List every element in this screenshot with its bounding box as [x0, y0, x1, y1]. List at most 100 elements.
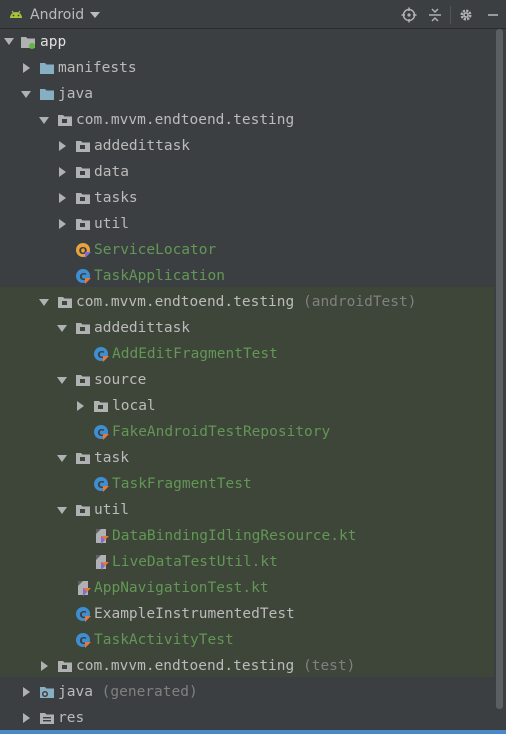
android-icon	[10, 10, 22, 18]
expand-arrow-icon[interactable]	[23, 713, 30, 723]
tree-row-data-binding-idling[interactable]: DataBindingIdlingResource.kt	[0, 523, 494, 549]
project-toolbar: Android	[0, 0, 506, 29]
expand-arrow-icon[interactable]	[57, 507, 67, 514]
package-icon	[76, 219, 90, 230]
tree-row-fake-repository[interactable]: C FakeAndroidTestRepository	[0, 419, 494, 445]
tree-row-task-application[interactable]: C TaskApplication	[0, 263, 494, 289]
tree-row-res[interactable]: res	[0, 705, 494, 730]
package-icon	[76, 453, 90, 464]
tree-label-data-binding-idling: DataBindingIdlingResource.kt	[112, 528, 357, 544]
tree-row-test-task[interactable]: task	[0, 445, 494, 471]
toolbar-divider	[450, 6, 451, 24]
tree-row-test-local[interactable]: local	[0, 393, 494, 419]
tree-row-task-activity-test[interactable]: C TaskActivityTest	[0, 627, 494, 653]
tree-row-test-util[interactable]: util	[0, 497, 494, 523]
tree-label-fake-repository: FakeAndroidTestRepository	[112, 424, 331, 440]
tree-label-app-navigation-test: AppNavigationTest.kt	[94, 580, 269, 596]
kotlin-class-icon: C	[94, 347, 109, 362]
tree-row-test-addedittask[interactable]: addedittask	[0, 315, 494, 341]
expand-arrow-icon[interactable]	[77, 401, 84, 411]
package-icon	[94, 401, 108, 412]
generated-suffix: (generated)	[101, 684, 198, 700]
tree-label-test-util: util	[94, 502, 129, 518]
tree-row-package-android-test[interactable]: com.mvvm.endtoend.testing (androidTest)	[0, 289, 494, 315]
tree-label-java: java	[58, 86, 93, 102]
expand-arrow-icon[interactable]	[41, 661, 48, 671]
tree-row-main-tasks[interactable]: tasks	[0, 185, 494, 211]
kotlin-class-icon: C	[76, 607, 91, 622]
package-icon	[76, 505, 90, 516]
tree-row-package-test[interactable]: com.mvvm.endtoend.testing (test)	[0, 653, 494, 679]
expand-arrow-icon[interactable]	[57, 377, 67, 384]
tree-row-main-addedittask[interactable]: addedittask	[0, 133, 494, 159]
tree-label-service-locator: ServiceLocator	[94, 242, 217, 258]
project-tree: app manifests java com.mvvm.endtoend.tes…	[0, 29, 494, 730]
tree-row-main-data[interactable]: data	[0, 159, 494, 185]
tree-row-task-fragment-test[interactable]: C TaskFragmentTest	[0, 471, 494, 497]
tree-row-java-generated[interactable]: java (generated)	[0, 679, 494, 705]
expand-arrow-icon[interactable]	[23, 63, 30, 73]
tree-label-task-activity-test: TaskActivityTest	[94, 632, 234, 648]
tree-label-package-test: com.mvvm.endtoend.testing (test)	[76, 657, 355, 675]
tree-label-main-data: data	[94, 164, 129, 180]
tree-row-java[interactable]: java	[0, 81, 494, 107]
expand-arrow-icon[interactable]	[59, 167, 66, 177]
tree-row-live-data-test-util[interactable]: LiveDataTestUtil.kt	[0, 549, 494, 575]
source-set-suffix: (test)	[302, 658, 356, 674]
scrollbar-thumb[interactable]	[496, 29, 503, 709]
tree-label-package-android-test: com.mvvm.endtoend.testing (androidTest)	[76, 293, 416, 311]
expand-arrow-icon[interactable]	[4, 38, 14, 45]
tree-row-app[interactable]: app	[0, 29, 494, 55]
package-icon	[58, 115, 72, 126]
package-icon	[76, 193, 90, 204]
settings-button[interactable]	[455, 4, 477, 26]
locate-icon	[401, 7, 417, 23]
collapse-all-button[interactable]	[424, 4, 446, 26]
hide-button[interactable]	[482, 4, 504, 26]
expand-arrow-icon[interactable]	[57, 455, 67, 462]
tree-row-package-main[interactable]: com.mvvm.endtoend.testing	[0, 107, 494, 133]
kotlin-class-icon: C	[94, 425, 109, 440]
tree-row-manifests[interactable]: manifests	[0, 55, 494, 81]
kotlin-file-icon	[96, 555, 109, 570]
kotlin-file-icon	[78, 581, 91, 596]
tree-label-task-fragment-test: TaskFragmentTest	[112, 476, 252, 492]
resources-folder-icon	[40, 713, 54, 724]
kotlin-class-icon: C	[76, 633, 91, 648]
tree-row-service-locator[interactable]: O ServiceLocator	[0, 237, 494, 263]
expand-arrow-icon[interactable]	[21, 91, 31, 98]
minimize-icon	[488, 14, 498, 16]
locate-button[interactable]	[398, 4, 420, 26]
expand-arrow-icon[interactable]	[23, 687, 30, 697]
package-name: com.mvvm.endtoend.testing	[76, 294, 295, 310]
tree-row-test-source[interactable]: source	[0, 367, 494, 393]
vertical-scrollbar[interactable]	[494, 29, 506, 730]
expand-arrow-icon[interactable]	[59, 219, 66, 229]
view-selector[interactable]: Android	[8, 5, 101, 25]
expand-arrow-icon[interactable]	[39, 117, 49, 124]
tree-row-example-instrumented-test[interactable]: C ExampleInstrumentedTest	[0, 601, 494, 627]
expand-arrow-icon[interactable]	[59, 141, 66, 151]
tree-label-test-local: local	[112, 398, 156, 414]
package-name: com.mvvm.endtoend.testing	[76, 658, 295, 674]
package-icon	[76, 375, 90, 386]
module-folder-icon	[21, 37, 35, 49]
expand-arrow-icon[interactable]	[57, 325, 67, 332]
toolbar-actions	[393, 4, 506, 26]
expand-arrow-icon[interactable]	[39, 299, 49, 306]
source-set-suffix: (androidTest)	[302, 294, 417, 310]
focus-indicator	[0, 730, 506, 734]
kotlin-class-icon: C	[94, 477, 109, 492]
tree-row-add-edit-fragment-test[interactable]: C AddEditFragmentTest	[0, 341, 494, 367]
package-icon	[76, 141, 90, 152]
tree-label-task-application: TaskApplication	[94, 268, 225, 284]
tree-row-main-util[interactable]: util	[0, 211, 494, 237]
tree-row-app-navigation-test[interactable]: AppNavigationTest.kt	[0, 575, 494, 601]
tree-label-manifests: manifests	[58, 60, 137, 76]
source-folder-icon	[40, 89, 54, 100]
tree-label-res: res	[58, 710, 85, 726]
tree-label-test-addedittask: addedittask	[94, 320, 191, 336]
kotlin-object-icon: O	[76, 243, 91, 258]
tree-label-main-addedittask: addedittask	[94, 138, 191, 154]
expand-arrow-icon[interactable]	[59, 193, 66, 203]
